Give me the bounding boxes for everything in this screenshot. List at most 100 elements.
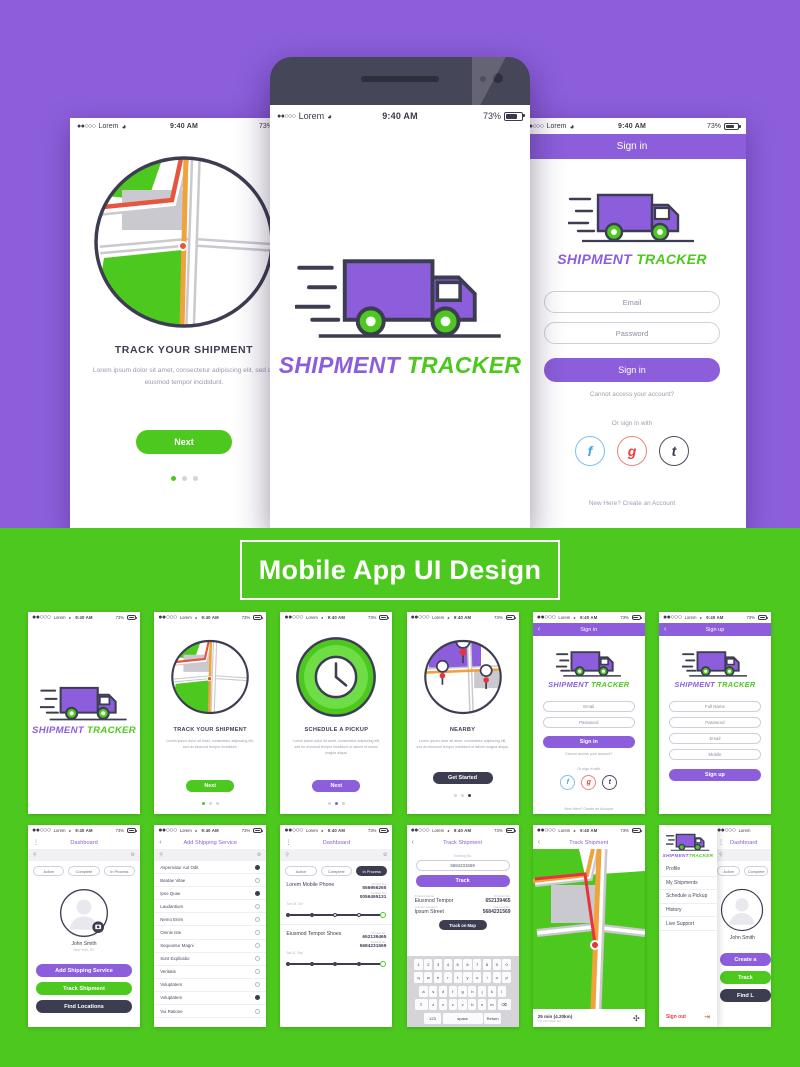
track-button[interactable]: Track bbox=[415, 875, 510, 887]
drawer-item-live-support[interactable]: Live Support bbox=[658, 917, 717, 931]
pager-dots[interactable] bbox=[70, 476, 298, 482]
pager-dots[interactable] bbox=[154, 802, 266, 806]
avatar[interactable] bbox=[28, 888, 140, 938]
mini-add-shipping-service[interactable]: ●●○○○ Lorem ◕ 9:40 AM 73% ‹ Add Shipping S… bbox=[154, 825, 267, 1027]
radio-icon[interactable] bbox=[255, 903, 261, 909]
key-0[interactable]: 0 bbox=[502, 958, 511, 970]
forgot-password-link[interactable]: Cannot access your account? bbox=[544, 391, 720, 398]
create-account-button[interactable]: Create a bbox=[719, 953, 771, 966]
chip-complete[interactable]: Complete bbox=[744, 866, 768, 876]
mini-splash-screen[interactable]: ●●○○○ Lorem ◕ 9:40 AM 73% SHIPMENT TRACK… bbox=[28, 612, 140, 814]
add-shipping-service-button[interactable]: Add Shipping Service bbox=[36, 964, 132, 977]
radio-icon[interactable] bbox=[255, 916, 261, 922]
crosshair-icon[interactable]: ✣ bbox=[633, 1014, 640, 1023]
drawer-item-my-shipments[interactable]: My Shipments bbox=[658, 877, 717, 891]
list-item[interactable]: Ipso Quae bbox=[154, 887, 267, 901]
google-signin-button[interactable]: g bbox=[617, 436, 647, 466]
pager-dot-1[interactable] bbox=[454, 794, 458, 798]
signin-button[interactable]: Sign in bbox=[544, 358, 720, 382]
key-s[interactable]: s bbox=[429, 985, 438, 997]
radio-icon[interactable] bbox=[255, 877, 261, 883]
key-i[interactable]: i bbox=[482, 972, 492, 984]
settings-icon[interactable]: ⚙ bbox=[131, 852, 135, 858]
pager-dot-3[interactable] bbox=[192, 476, 198, 482]
chip-in-process[interactable]: In Process bbox=[356, 866, 388, 876]
key-2[interactable]: 2 bbox=[424, 958, 433, 970]
shift-key[interactable]: ⇧ bbox=[414, 999, 428, 1011]
sign-out-row[interactable]: Sign out ⇥ bbox=[659, 1013, 717, 1021]
key-t[interactable]: t bbox=[453, 972, 462, 984]
dashboard-peek[interactable]: ●●○○○ Lorem ⋮ Dashboard ⚲ Active Complete bbox=[712, 825, 771, 1027]
find-locations-button[interactable]: Find Locations bbox=[36, 1000, 132, 1013]
chip-active[interactable]: Active bbox=[716, 866, 741, 876]
key-6[interactable]: 6 bbox=[463, 958, 472, 970]
mini-signup-screen[interactable]: ●●○○○ Lorem ◕ 9:40 AM 73% ‹ Sign up SHIP… bbox=[658, 612, 771, 814]
pager-dot-2[interactable] bbox=[334, 802, 338, 806]
key-k[interactable]: k bbox=[487, 985, 496, 997]
email-field[interactable]: Email bbox=[542, 701, 635, 712]
key-o[interactable]: o bbox=[492, 972, 501, 984]
key-y[interactable]: y bbox=[463, 972, 472, 984]
radio-icon[interactable] bbox=[255, 969, 261, 975]
key-r[interactable]: r bbox=[443, 972, 452, 984]
tumblr-signin-button[interactable]: t bbox=[659, 436, 689, 466]
mini-track-shipment-form[interactable]: ●●○○○ Lorem ◕ 9:40 AM 73% ‹ Track Shipment… bbox=[406, 825, 519, 1027]
key-3[interactable]: 3 bbox=[434, 958, 443, 970]
create-account-link[interactable]: New Here? Create an Account bbox=[544, 500, 720, 507]
back-icon[interactable]: ‹ bbox=[159, 839, 161, 846]
back-icon[interactable]: ‹ bbox=[538, 839, 540, 846]
list-item[interactable]: Beatae Vitae bbox=[154, 874, 267, 888]
facebook-signin-button[interactable]: f bbox=[575, 436, 605, 466]
radio-icon[interactable] bbox=[255, 864, 261, 870]
key-c[interactable]: c bbox=[448, 999, 457, 1011]
sign-out-label[interactable]: Sign out bbox=[666, 1014, 686, 1020]
pager-dot-1[interactable] bbox=[327, 802, 331, 806]
key-8[interactable]: 8 bbox=[482, 958, 492, 970]
key-f[interactable]: f bbox=[448, 985, 457, 997]
chip-complete[interactable]: Complete bbox=[68, 866, 100, 876]
create-account-link[interactable]: New Here? Create an Account bbox=[543, 807, 635, 811]
forgot-password-link[interactable]: Cannot access your account? bbox=[543, 752, 635, 756]
signin-button[interactable]: Sign in bbox=[542, 736, 635, 748]
chip-active[interactable]: Active bbox=[285, 866, 317, 876]
email-field[interactable]: Email bbox=[668, 733, 761, 744]
settings-icon[interactable]: ⚙ bbox=[257, 852, 261, 858]
key-m[interactable]: m bbox=[487, 999, 496, 1011]
virtual-keyboard[interactable]: 1 2 3 4 5 6 7 8 9 0 q w e r t y u i o p … bbox=[406, 955, 519, 1027]
mini-dashboard-inprocess[interactable]: ●●○○○ Lorem ◕ 9:40 AM 73% ⋮ Dashboard ⚲ ⚙ … bbox=[280, 825, 393, 1027]
logout-icon[interactable]: ⇥ bbox=[704, 1013, 710, 1021]
radio-icon[interactable] bbox=[255, 995, 261, 1001]
back-icon[interactable]: ‹ bbox=[412, 839, 414, 846]
pager-dot-3[interactable] bbox=[468, 794, 472, 798]
list-item[interactable]: Veritatis bbox=[154, 966, 267, 979]
search-input[interactable]: ⚲ ⚙ bbox=[280, 849, 393, 861]
menu-icon[interactable]: ⋮ bbox=[33, 840, 39, 846]
key-v[interactable]: v bbox=[458, 999, 467, 1011]
radio-icon[interactable] bbox=[255, 956, 261, 962]
key-a[interactable]: a bbox=[419, 985, 428, 997]
back-icon[interactable]: ‹ bbox=[538, 626, 540, 633]
search-input[interactable]: ⚲ ⚙ bbox=[154, 849, 267, 861]
avatar[interactable] bbox=[714, 888, 771, 932]
next-button[interactable]: Next bbox=[312, 780, 361, 793]
key-1[interactable]: 1 bbox=[414, 958, 423, 970]
numeric-key[interactable]: 123 bbox=[423, 1013, 441, 1024]
key-d[interactable]: d bbox=[438, 985, 448, 997]
pager-dot-2[interactable] bbox=[461, 794, 465, 798]
back-icon[interactable]: ‹ bbox=[664, 626, 666, 633]
space-key[interactable]: space bbox=[442, 1013, 483, 1024]
track-shipment-button[interactable]: Track Shipment bbox=[36, 982, 132, 995]
key-z[interactable]: z bbox=[429, 999, 438, 1011]
list-item[interactable]: Voluptatem bbox=[154, 992, 267, 1006]
get-started-button[interactable]: Get Started bbox=[432, 772, 493, 785]
radio-icon[interactable] bbox=[255, 982, 261, 988]
chip-in-process[interactable]: In Process bbox=[103, 866, 135, 876]
mini-onboarding-nearby[interactable]: ●●○○○ Lorem ◕ 9:40 AM 73% NEARBY Lorem i… bbox=[406, 612, 519, 814]
list-item[interactable]: Nemo Enim bbox=[154, 913, 267, 927]
chip-active[interactable]: Active bbox=[33, 866, 65, 876]
shipment-row[interactable]: Eiusmod Tempor Shoes Product No. 6521394… bbox=[280, 924, 393, 957]
key-n[interactable]: n bbox=[478, 999, 487, 1011]
search-input[interactable]: ⚲ ⚙ bbox=[28, 849, 140, 861]
pager-dots[interactable] bbox=[280, 802, 392, 806]
key-w[interactable]: w bbox=[424, 972, 433, 984]
